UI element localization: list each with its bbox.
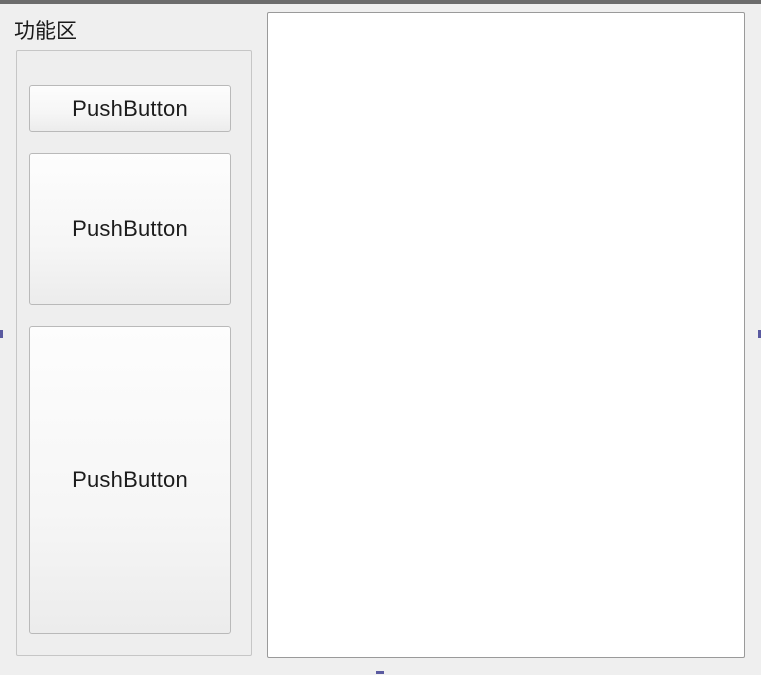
resize-handle-left[interactable] xyxy=(0,330,3,338)
push-button-2[interactable]: PushButton xyxy=(29,153,231,305)
push-button-1[interactable]: PushButton xyxy=(29,85,231,132)
main-text-area[interactable] xyxy=(267,12,745,658)
window-top-edge xyxy=(0,0,761,4)
resize-handle-bottom[interactable] xyxy=(376,671,384,674)
function-area-group-title: 功能区 xyxy=(14,19,77,43)
main-window: 功能区 PushButton PushButton PushButton xyxy=(0,0,761,675)
push-button-3[interactable]: PushButton xyxy=(29,326,231,634)
